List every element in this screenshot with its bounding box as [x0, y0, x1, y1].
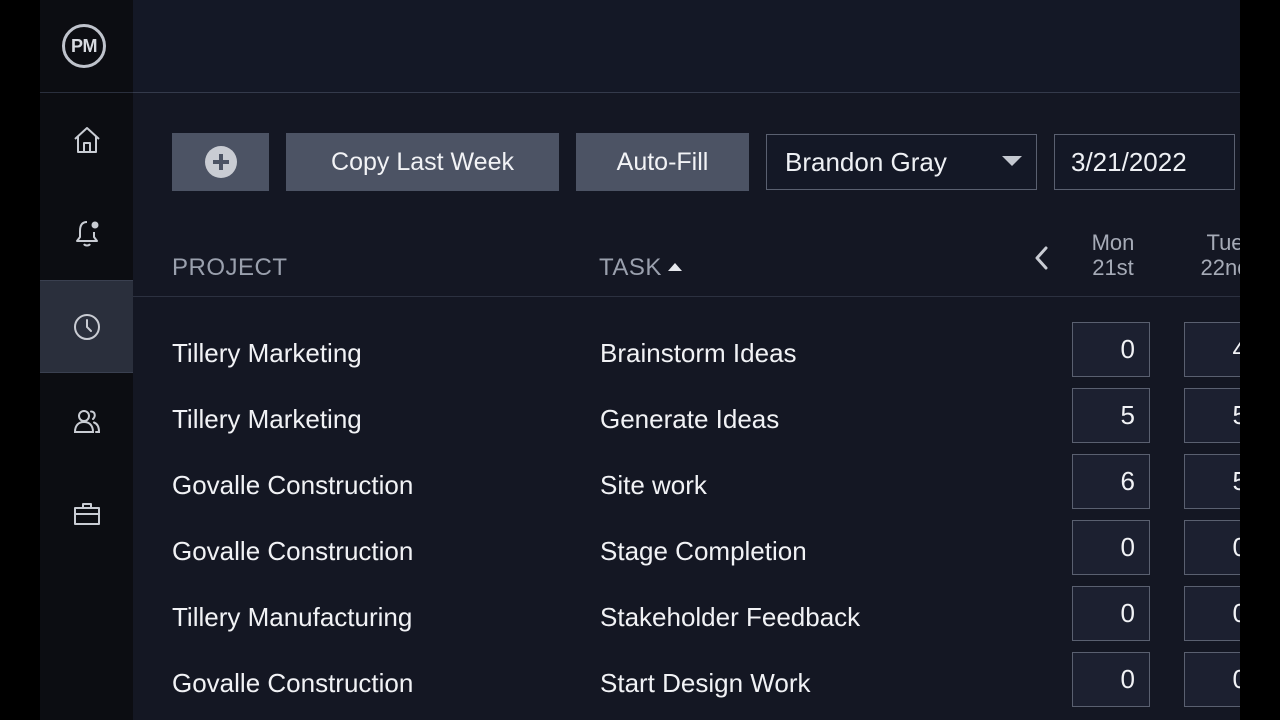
table-row: Govalle Construction Start Design Work 0…	[133, 652, 1240, 718]
table-row: Govalle Construction Site work 6 5	[133, 454, 1240, 520]
hours-input-tue[interactable]: 4	[1184, 322, 1240, 377]
hours-input-tue[interactable]: 0	[1184, 652, 1240, 707]
column-header-project[interactable]: PROJECT	[172, 254, 288, 282]
chevron-left-icon[interactable]	[1031, 243, 1053, 273]
hours-input-tue[interactable]: 5	[1184, 454, 1240, 509]
sidebar: PM	[40, 0, 133, 720]
letterbox-left	[0, 0, 40, 720]
column-header-task[interactable]: TASK	[599, 254, 682, 282]
hours-input-mon[interactable]: 5	[1072, 388, 1150, 443]
sidebar-item-timesheet[interactable]	[40, 280, 133, 373]
week-date-field[interactable]: 3/21/2022	[1054, 134, 1235, 190]
column-header-task-label: TASK	[599, 254, 662, 281]
project-cell: Govalle Construction	[172, 470, 414, 500]
bell-icon	[75, 220, 98, 246]
sidebar-item-notifications[interactable]	[40, 186, 133, 279]
task-cell: Start Design Work	[600, 668, 811, 698]
hours-input-mon[interactable]: 0	[1072, 586, 1150, 641]
task-cell: Stakeholder Feedback	[600, 602, 861, 632]
sidebar-item-team[interactable]	[40, 374, 133, 467]
column-header-project-label: PROJECT	[172, 254, 288, 281]
user-select[interactable]: Brandon Gray	[766, 134, 1037, 190]
day-date: 22nd	[1200, 255, 1240, 280]
hours-input-mon[interactable]: 0	[1072, 322, 1150, 377]
logo[interactable]: PM	[62, 24, 106, 68]
sort-ascending-icon	[667, 262, 682, 271]
logo-area: PM	[40, 0, 133, 93]
user-select-value: Brandon Gray	[785, 147, 947, 177]
letterbox-right	[1240, 0, 1280, 720]
add-entry-button[interactable]	[172, 133, 269, 191]
task-cell: Stage Completion	[600, 536, 807, 566]
top-bar	[133, 0, 1240, 93]
task-cell: Brainstorm Ideas	[600, 338, 797, 368]
project-cell: Tillery Manufacturing	[172, 602, 413, 632]
table-row: Tillery Manufacturing Stakeholder Feedba…	[133, 586, 1240, 652]
table-row: Tillery Marketing Brainstorm Ideas 0 4	[133, 322, 1240, 388]
hours-input-mon[interactable]: 0	[1072, 520, 1150, 575]
day-date: 21st	[1092, 255, 1134, 280]
project-cell: Tillery Marketing	[172, 338, 362, 368]
day-name: Tue	[1206, 230, 1240, 255]
sidebar-item-home[interactable]	[40, 93, 133, 186]
sidebar-item-projects[interactable]	[40, 467, 133, 560]
hours-input-tue[interactable]: 5	[1184, 388, 1240, 443]
hours-input-mon[interactable]: 0	[1072, 652, 1150, 707]
day-header-tue: Tue 22nd	[1185, 230, 1240, 280]
hours-input-mon[interactable]: 6	[1072, 454, 1150, 509]
header-divider	[133, 296, 1240, 297]
table-row: Govalle Construction Stage Completion 0 …	[133, 520, 1240, 586]
week-date-value: 3/21/2022	[1071, 147, 1187, 177]
day-name: Mon	[1091, 230, 1135, 255]
auto-fill-button[interactable]: Auto-Fill	[576, 133, 749, 191]
hours-input-tue[interactable]: 0	[1184, 520, 1240, 575]
project-cell: Tillery Marketing	[172, 404, 362, 434]
plus-circle-icon	[204, 146, 237, 178]
task-cell: Site work	[600, 470, 707, 500]
app-frame: PM Copy Last Week Auto-Fill Brandon Gray…	[0, 0, 1280, 720]
caret-down-icon	[1002, 156, 1022, 166]
project-cell: Govalle Construction	[172, 668, 414, 698]
day-header-mon: Mon 21st	[1073, 230, 1153, 280]
hours-input-tue[interactable]: 0	[1184, 586, 1240, 641]
copy-last-week-button[interactable]: Copy Last Week	[286, 133, 559, 191]
table-row: Tillery Marketing Generate Ideas 5 5	[133, 388, 1240, 454]
clock-icon	[73, 313, 100, 340]
task-cell: Generate Ideas	[600, 404, 780, 434]
users-icon	[73, 409, 100, 433]
main-content: Copy Last Week Auto-Fill Brandon Gray 3/…	[133, 0, 1240, 720]
home-icon	[73, 126, 100, 153]
briefcase-icon	[73, 502, 100, 525]
project-cell: Govalle Construction	[172, 536, 414, 566]
